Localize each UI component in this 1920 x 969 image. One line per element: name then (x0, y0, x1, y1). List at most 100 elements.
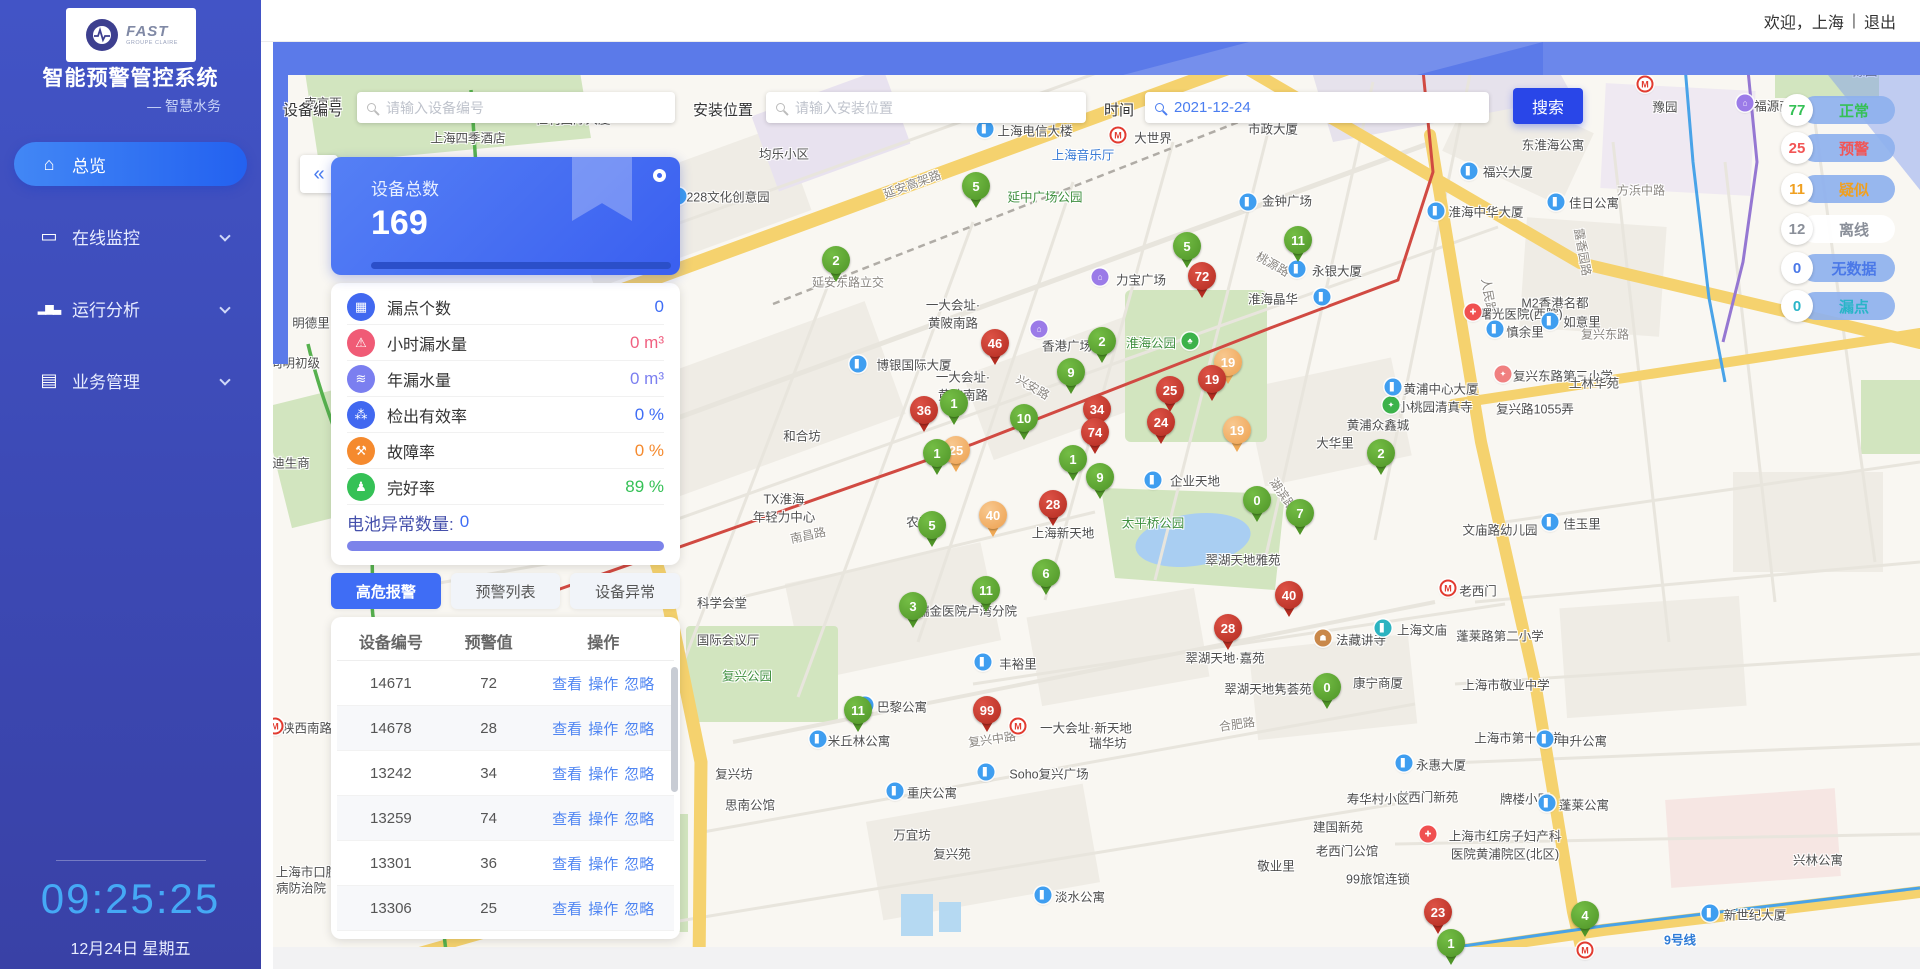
map-pin-green[interactable]: 6 (1032, 559, 1060, 597)
wifi-icon: ≋ (347, 365, 375, 393)
map-pin-red[interactable]: 19 (1198, 365, 1226, 403)
tab-高危报警[interactable]: 高危报警 (331, 573, 441, 609)
map-pin-green[interactable]: 10 (1010, 404, 1038, 442)
map-pin-red[interactable]: 46 (981, 329, 1009, 367)
table-row[interactable]: 1324234查看操作忽略 (337, 751, 674, 796)
map-pin-green[interactable]: 1 (940, 389, 968, 427)
map-label: 老西门公馆 (1316, 841, 1379, 860)
action-link-查看[interactable]: 查看 (552, 811, 582, 828)
map-label: 金钟广场 (1262, 191, 1312, 210)
map-label: 陕西南路 (282, 718, 332, 737)
action-link-操作[interactable]: 操作 (588, 901, 618, 918)
action-link-忽略[interactable]: 忽略 (624, 901, 654, 918)
location-input[interactable] (793, 99, 1076, 117)
sidebar-item-monitor[interactable]: ▭在线监控 (14, 214, 247, 258)
map-pin-orange[interactable]: 40 (979, 501, 1007, 539)
legend-badge-预警[interactable]: 25预警 (1781, 132, 1895, 164)
map-pin-green[interactable]: 1 (1059, 445, 1087, 483)
pin-value: 0 (1313, 673, 1341, 701)
map-pin-red[interactable]: 28 (1039, 490, 1067, 528)
map-pin-red[interactable]: 99 (973, 696, 1001, 734)
tab-预警列表[interactable]: 预警列表 (451, 573, 561, 609)
action-link-忽略[interactable]: 忽略 (624, 766, 654, 783)
legend-badge-正常[interactable]: 77正常 (1781, 94, 1895, 126)
action-link-查看[interactable]: 查看 (552, 721, 582, 738)
legend-badge-无数据[interactable]: 0无数据 (1781, 252, 1895, 284)
table-row[interactable]: 1467828查看操作忽略 (337, 706, 674, 751)
sidebar-item-chart[interactable]: ▂▆▃运行分析 (14, 286, 247, 330)
pin-value: 1 (923, 439, 951, 467)
pin-value: 3 (899, 592, 927, 620)
table-header-cell: 设备编号 (337, 629, 445, 653)
action-link-查看[interactable]: 查看 (552, 856, 582, 873)
stat-value: 0 m³ (630, 369, 664, 389)
legend-badge-离线[interactable]: 12离线 (1781, 213, 1895, 245)
map-pin-green[interactable]: 7 (1286, 499, 1314, 537)
map-pin-red[interactable]: 28 (1214, 614, 1242, 652)
action-link-查看[interactable]: 查看 (552, 901, 582, 918)
legend-badge-漏点[interactable]: 0漏点 (1781, 290, 1895, 322)
table-row[interactable]: 1330136查看操作忽略 (337, 841, 674, 886)
map-footer-strip (273, 947, 1920, 969)
device-id-field[interactable] (357, 92, 675, 123)
date-field[interactable] (1145, 92, 1489, 123)
map-pin-green[interactable]: 11 (972, 576, 1000, 614)
map-pin-green[interactable]: 11 (1284, 226, 1312, 264)
action-link-忽略[interactable]: 忽略 (624, 676, 654, 693)
table-row[interactable]: 1330625查看操作忽略 (337, 886, 674, 931)
map-pin-green[interactable]: 0 (1243, 486, 1271, 524)
map-label: 黄陂南路 (928, 313, 978, 332)
device-id-input[interactable] (384, 99, 665, 117)
map-pin-red[interactable]: 72 (1188, 262, 1216, 300)
action-link-操作[interactable]: 操作 (588, 766, 618, 783)
map-pin-green[interactable]: 4 (1571, 901, 1599, 939)
action-link-操作[interactable]: 操作 (588, 721, 618, 738)
table-row[interactable]: 1467172查看操作忽略 (337, 661, 674, 706)
map-pin-green[interactable]: 9 (1057, 358, 1085, 396)
action-link-忽略[interactable]: 忽略 (624, 721, 654, 738)
map-pin-red[interactable]: 36 (910, 396, 938, 434)
map-pin-green[interactable]: 2 (1088, 327, 1116, 365)
map-pin-green[interactable]: 2 (822, 246, 850, 284)
sidebar-item-clipboard[interactable]: ▤业务管理 (14, 358, 247, 402)
action-link-查看[interactable]: 查看 (552, 766, 582, 783)
map-area[interactable]: 南京西上海四季酒店恒利国际大厦市政大厦上海电信大楼上海音乐厅大世界延中广场公园均… (273, 42, 1920, 969)
action-link-忽略[interactable]: 忽略 (624, 811, 654, 828)
map-label: 蓬莱路第二小学 (1456, 626, 1544, 645)
logo: FAST GROUPE CLAIRE (66, 8, 196, 62)
tab-设备异常[interactable]: 设备异常 (570, 573, 680, 609)
logout-link[interactable]: 退出 (1864, 9, 1896, 33)
device-id-cell: 13242 (337, 765, 445, 782)
map-pin-red[interactable]: 24 (1147, 408, 1175, 446)
map-label: 国际会议厅 (697, 630, 760, 649)
map-label: 上海电信大楼 (997, 121, 1072, 140)
action-link-操作[interactable]: 操作 (588, 676, 618, 693)
map-pin-green[interactable]: 0 (1313, 673, 1341, 711)
table-row[interactable]: 1325974查看操作忽略 (337, 796, 674, 841)
map-pin-green[interactable]: 11 (844, 696, 872, 734)
location-field[interactable] (766, 92, 1086, 123)
map-pin-red[interactable]: 40 (1275, 581, 1303, 619)
action-link-忽略[interactable]: 忽略 (624, 856, 654, 873)
search-button[interactable]: 搜索 (1513, 88, 1583, 124)
sidebar-item-home[interactable]: ⌂总览 (14, 142, 247, 186)
stat-row-tools: ⚒故障率0 % (347, 433, 664, 469)
map-label: 一大会址· (926, 295, 980, 314)
search-icon (1155, 103, 1164, 112)
action-link-操作[interactable]: 操作 (588, 856, 618, 873)
map-pin-green[interactable]: 1 (1437, 929, 1465, 967)
map-pin-green[interactable]: 3 (899, 592, 927, 630)
map-pin-green[interactable]: 5 (918, 511, 946, 549)
table-scrollbar[interactable] (671, 667, 678, 792)
action-link-操作[interactable]: 操作 (588, 811, 618, 828)
metro-station-icon: M (1010, 718, 1027, 735)
map-pin-orange[interactable]: 19 (1223, 416, 1251, 454)
pin-value: 28 (1039, 490, 1067, 518)
map-pin-green[interactable]: 5 (962, 172, 990, 210)
map-pin-green[interactable]: 9 (1086, 463, 1114, 501)
date-input[interactable] (1172, 98, 1479, 117)
legend-badge-疑似[interactable]: 11疑似 (1781, 173, 1895, 205)
map-pin-green[interactable]: 1 (923, 439, 951, 477)
action-link-查看[interactable]: 查看 (552, 676, 582, 693)
map-pin-green[interactable]: 2 (1367, 439, 1395, 477)
